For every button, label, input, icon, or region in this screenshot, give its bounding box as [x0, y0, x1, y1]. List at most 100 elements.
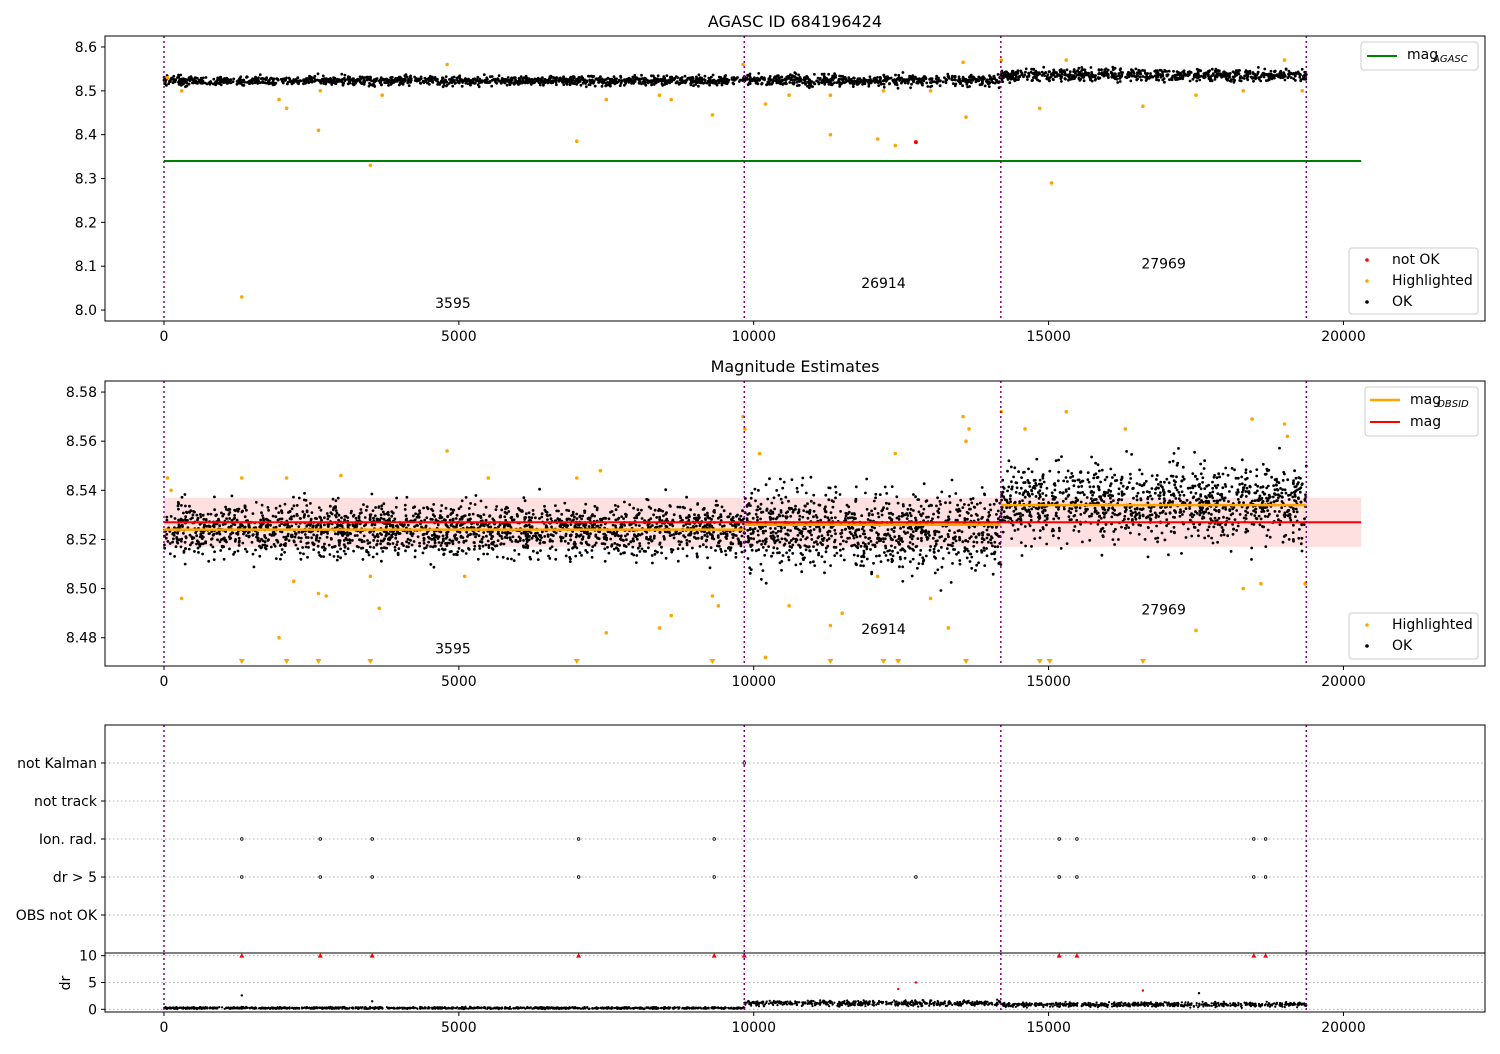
x-tick-label: 5000 — [441, 329, 477, 345]
ok-point — [901, 565, 904, 568]
ok-point — [200, 543, 203, 546]
ok-point — [570, 523, 573, 526]
ok-point — [452, 542, 455, 545]
ok-point — [712, 74, 715, 77]
ok-point — [604, 560, 607, 563]
ok-point — [272, 515, 275, 518]
ok-point — [575, 83, 578, 86]
ok-point — [369, 83, 372, 86]
ok-point — [173, 80, 176, 83]
ok-point — [228, 517, 231, 520]
ok-point — [319, 517, 322, 520]
ok-point — [1195, 80, 1198, 83]
ok-point — [478, 547, 481, 550]
ok-point — [212, 534, 215, 537]
ok-point — [951, 79, 954, 82]
ok-point — [660, 552, 663, 555]
ok-point — [181, 496, 184, 499]
ok-point — [668, 504, 671, 507]
ok-point — [485, 80, 488, 83]
ok-point — [573, 76, 576, 79]
ok-point — [338, 544, 341, 547]
ok-point — [502, 79, 505, 82]
ok-point — [702, 543, 705, 546]
ok-point — [495, 505, 498, 508]
ok-point — [1078, 79, 1081, 82]
ok-point — [390, 515, 393, 518]
ok-point — [495, 508, 498, 511]
ok-point — [1031, 79, 1034, 82]
ok-point — [609, 511, 612, 514]
ok-point — [282, 81, 285, 84]
ok-point — [665, 557, 668, 560]
ok-point — [378, 80, 381, 83]
ok-point — [499, 516, 502, 519]
ok-point — [559, 525, 562, 528]
highlighted-point — [764, 102, 768, 106]
ok-point — [364, 516, 367, 519]
ok-point — [684, 536, 687, 539]
ok-point — [432, 546, 435, 549]
ok-point — [359, 531, 362, 534]
ok-point — [862, 564, 865, 567]
ok-point — [654, 553, 657, 556]
ok-point — [317, 551, 320, 554]
ok-point — [714, 549, 717, 552]
ok-point — [214, 514, 217, 517]
ok-point — [364, 523, 367, 526]
ok-point — [445, 524, 448, 527]
ok-point — [395, 543, 398, 546]
ok-point — [704, 75, 707, 78]
ok-point — [482, 545, 485, 548]
ok-point — [317, 540, 320, 543]
ok-point — [625, 515, 628, 518]
ok-point — [771, 82, 774, 85]
ok-point — [1193, 75, 1196, 78]
ok-point — [645, 498, 648, 501]
ok-point — [295, 544, 298, 547]
ok-point — [341, 525, 344, 528]
ok-point — [299, 540, 302, 543]
ok-point — [918, 77, 921, 80]
ok-point — [567, 548, 570, 551]
ok-point — [456, 514, 459, 517]
ok-point — [1139, 73, 1142, 76]
ok-point — [241, 510, 244, 513]
ok-point — [369, 546, 372, 549]
ok-point — [685, 496, 688, 499]
ok-point — [489, 532, 492, 535]
ok-point — [417, 513, 420, 516]
ok-point — [347, 547, 350, 550]
ok-point — [1284, 79, 1287, 82]
ok-point — [911, 75, 914, 78]
ok-point — [699, 77, 702, 80]
ok-point — [683, 507, 686, 510]
highlighted-point — [964, 115, 968, 119]
ok-point — [838, 83, 841, 86]
ok-point — [380, 560, 383, 563]
ok-point — [311, 79, 314, 82]
ok-point — [636, 538, 639, 541]
highlighted-point — [445, 63, 449, 67]
ok-point — [680, 79, 683, 82]
ok-point — [282, 536, 285, 539]
ok-point — [704, 518, 707, 521]
ok-point — [1119, 80, 1122, 83]
ok-point — [609, 80, 612, 83]
ok-point — [710, 546, 713, 549]
ok-point — [659, 542, 662, 545]
ok-point — [712, 538, 715, 541]
ok-point — [465, 531, 468, 534]
ok-point — [658, 508, 661, 511]
ok-point — [509, 538, 512, 541]
ok-point — [310, 536, 313, 539]
ok-point — [1143, 69, 1146, 72]
highlighted-point — [369, 164, 373, 168]
ok-point — [491, 541, 494, 544]
ok-point — [467, 518, 470, 521]
ok-point — [303, 516, 306, 519]
ok-point — [624, 513, 627, 516]
ok-point — [704, 513, 707, 516]
ok-point — [267, 83, 270, 86]
ok-point — [406, 81, 409, 84]
